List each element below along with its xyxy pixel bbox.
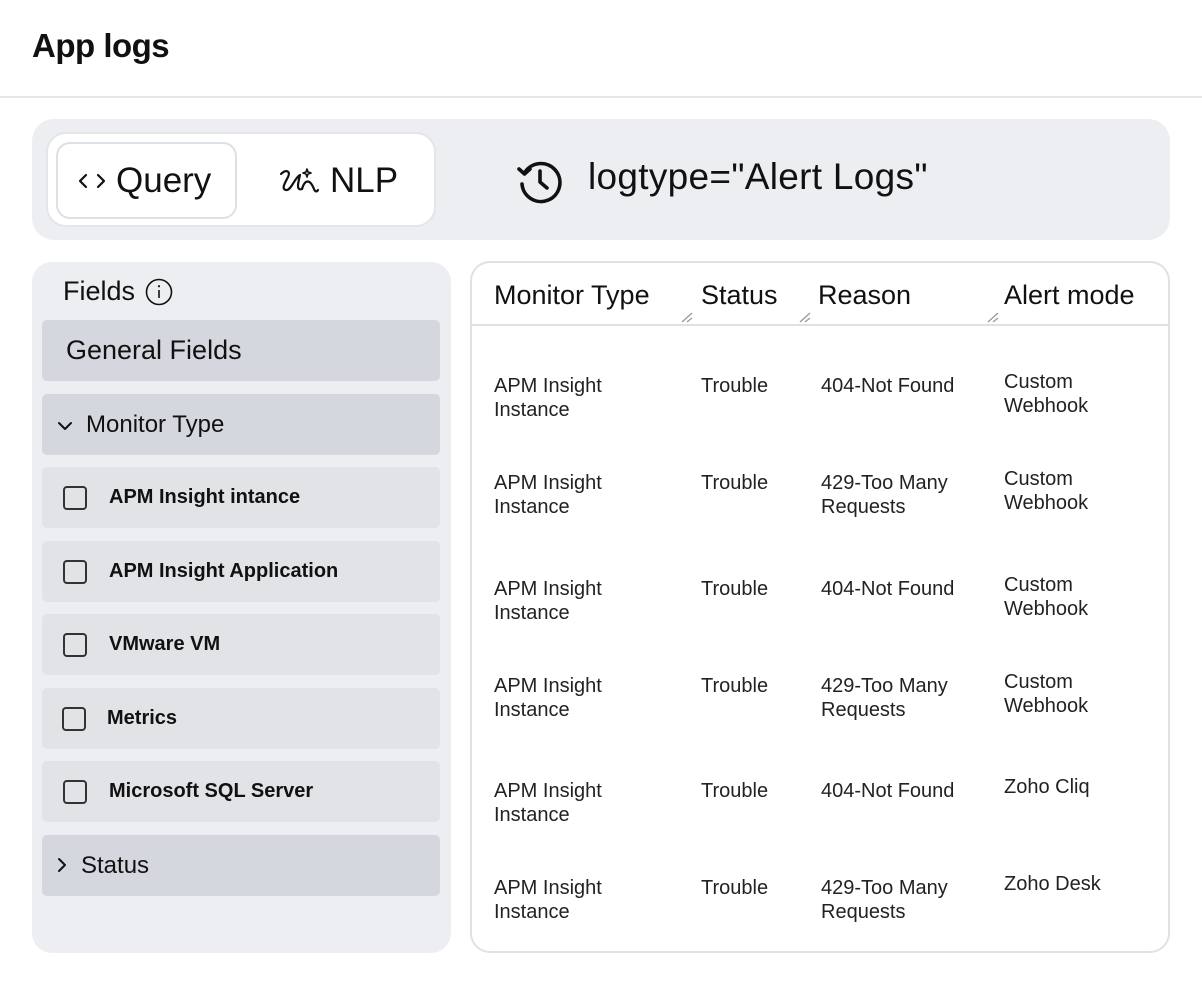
cell-monitor-type: APM Insight Instance xyxy=(494,375,602,421)
cell-reason: 404-Not Found xyxy=(821,578,955,600)
general-fields-label: General Fields xyxy=(66,335,242,365)
option-checkbox[interactable] xyxy=(63,559,87,584)
option-checkbox[interactable] xyxy=(63,485,87,510)
table-row[interactable]: APM Insight Instance Trouble 429-Too Man… xyxy=(472,671,1168,770)
monitor-type-label: Monitor Type xyxy=(86,410,225,438)
table-row[interactable]: APM Insight Instance Trouble 404-Not Fou… xyxy=(472,776,1168,875)
cell-status: Trouble xyxy=(701,780,769,802)
cell-reason: 429-Too Many Requests xyxy=(821,877,948,923)
option-checkbox[interactable] xyxy=(63,632,87,657)
option-label: VMware VM xyxy=(109,633,221,655)
cell-status: Trouble xyxy=(701,375,769,397)
option-label: Metrics xyxy=(107,707,178,729)
history-clock-icon[interactable] xyxy=(516,157,564,205)
cell-status: Trouble xyxy=(701,472,769,494)
column-header-alert-mode[interactable]: Alert mode xyxy=(1004,280,1135,311)
column-header-monitor-type[interactable]: Monitor Type xyxy=(494,280,650,311)
nlp-mode-label: NLP xyxy=(330,160,399,200)
cell-alert-mode: Zoho Cliq xyxy=(1004,776,1090,798)
cell-reason: 404-Not Found xyxy=(821,780,955,802)
nlp-mode-button[interactable]: NLP xyxy=(278,142,418,219)
cell-reason: 429-Too Many Requests xyxy=(821,675,948,721)
monitor-type-option[interactable]: Metrics xyxy=(42,688,440,749)
cell-reason: 429-Too Many Requests xyxy=(821,472,948,518)
column-resize-handle[interactable] xyxy=(986,311,1000,323)
chevron-down-icon xyxy=(57,411,73,439)
table-header: Monitor Type Status Reason Alert mode xyxy=(472,263,1168,326)
cell-alert-mode: Custom Webhook xyxy=(1004,574,1089,620)
query-mode-button[interactable]: Query xyxy=(56,142,237,219)
cell-monitor-type: APM Insight Instance xyxy=(494,472,602,518)
header-divider xyxy=(0,96,1202,98)
cell-status: Trouble xyxy=(701,578,769,600)
cell-monitor-type: APM Insight Instance xyxy=(494,675,602,721)
monitor-type-section[interactable]: Monitor Type xyxy=(42,394,440,455)
cell-monitor-type: APM Insight Instance xyxy=(494,578,602,624)
nlp-sparkle-icon xyxy=(278,165,320,197)
cell-alert-mode: Custom Webhook xyxy=(1004,371,1089,417)
chevron-right-icon xyxy=(56,852,68,880)
page-title: App logs xyxy=(32,27,170,64)
monitor-type-option[interactable]: APM Insight intance xyxy=(42,467,440,528)
option-label: Microsoft SQL Server xyxy=(109,780,314,802)
cell-status: Trouble xyxy=(701,877,769,899)
column-header-status[interactable]: Status xyxy=(701,280,778,311)
status-section[interactable]: Status xyxy=(42,835,440,896)
cell-monitor-type: APM Insight Instance xyxy=(494,877,602,923)
mode-switch: Query NLP xyxy=(46,132,436,227)
cell-status: Trouble xyxy=(701,675,769,697)
column-resize-handle[interactable] xyxy=(798,311,812,323)
option-checkbox[interactable] xyxy=(63,779,87,804)
cell-reason: 404-Not Found xyxy=(821,375,955,397)
query-input[interactable]: logtype="Alert Logs" xyxy=(588,156,928,198)
fields-title: Fields xyxy=(63,276,136,306)
status-label: Status xyxy=(81,851,150,879)
general-fields-section[interactable]: General Fields xyxy=(42,320,440,381)
fields-header: Fields xyxy=(63,276,173,307)
fields-panel: Fields General Fields Monitor Type APM I… xyxy=(32,262,451,953)
option-label: APM Insight intance xyxy=(109,486,301,508)
code-icon xyxy=(78,171,106,191)
info-icon[interactable] xyxy=(145,278,173,306)
column-resize-handle[interactable] xyxy=(680,311,694,323)
cell-monitor-type: APM Insight Instance xyxy=(494,780,602,826)
monitor-type-option[interactable]: VMware VM xyxy=(42,614,440,675)
monitor-type-option[interactable]: Microsoft SQL Server xyxy=(42,761,440,822)
table-row[interactable]: APM Insight Instance Trouble 404-Not Fou… xyxy=(472,371,1168,470)
option-checkbox[interactable] xyxy=(62,706,86,731)
option-label: APM Insight Application xyxy=(109,560,339,582)
table-row[interactable]: APM Insight Instance Trouble 429-Too Man… xyxy=(472,468,1168,567)
query-bar: Query NLP logtype="Alert Logs" xyxy=(32,119,1170,240)
cell-alert-mode: Custom Webhook xyxy=(1004,468,1089,514)
cell-alert-mode: Zoho Desk xyxy=(1004,873,1101,895)
table-row[interactable]: APM Insight Instance Trouble 404-Not Fou… xyxy=(472,574,1168,673)
column-header-reason[interactable]: Reason xyxy=(818,280,911,311)
query-mode-label: Query xyxy=(116,160,212,200)
cell-alert-mode: Custom Webhook xyxy=(1004,671,1089,717)
log-table: Monitor Type Status Reason Alert mode AP… xyxy=(470,261,1170,953)
monitor-type-option[interactable]: APM Insight Application xyxy=(42,541,440,602)
table-row[interactable]: APM Insight Instance Trouble 429-Too Man… xyxy=(472,873,1168,951)
